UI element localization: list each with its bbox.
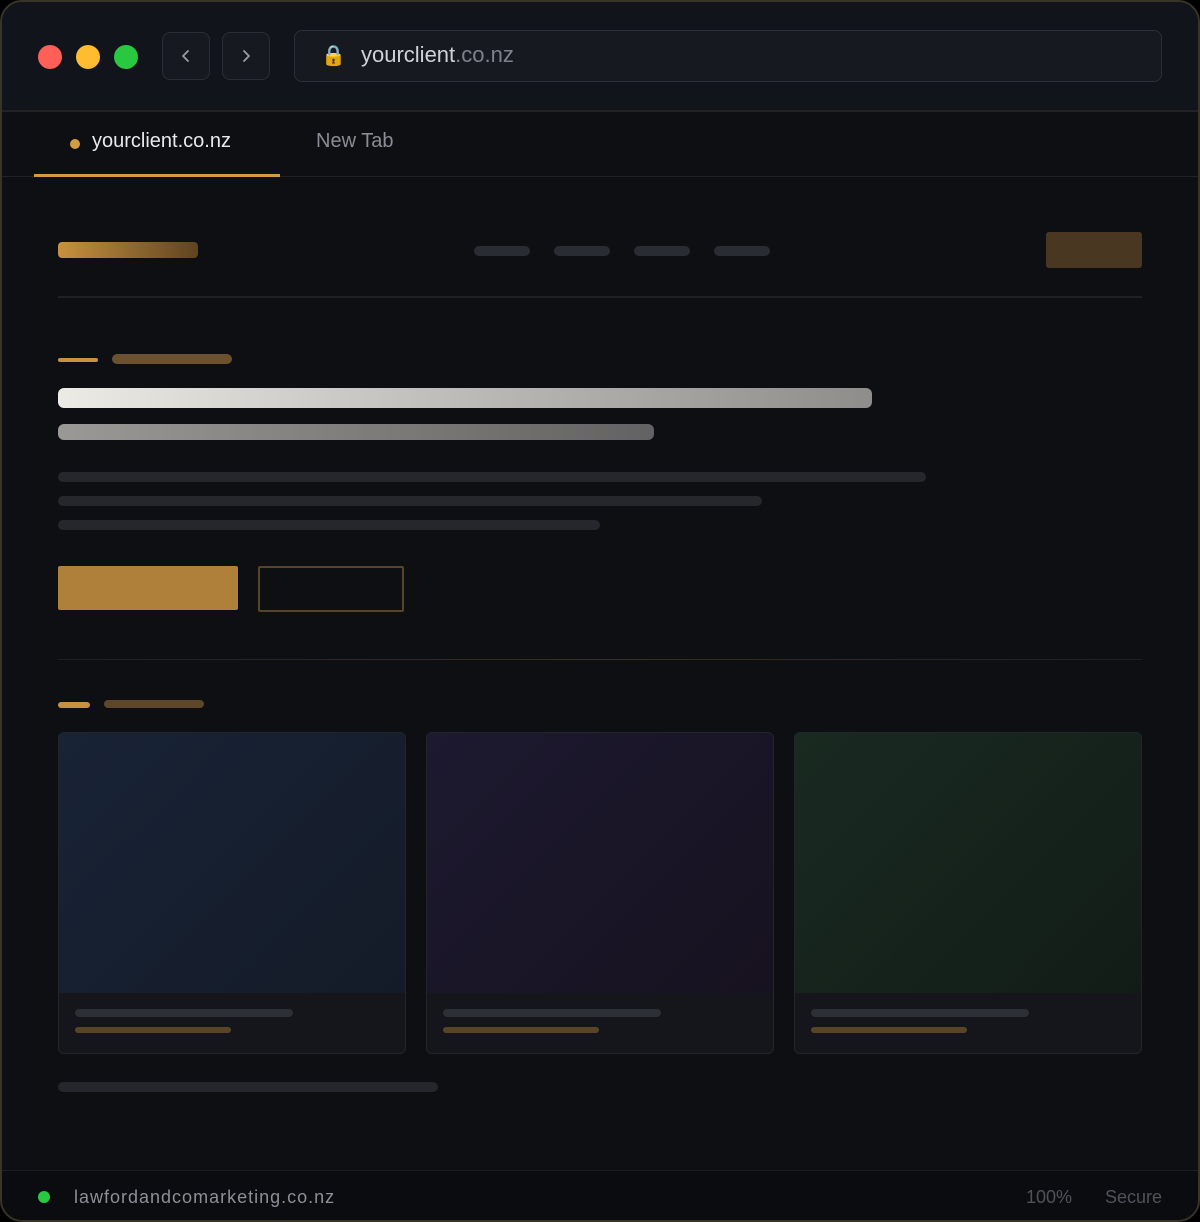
- status-bar: lawfordandcomarketing.co.nz 100% Secure: [2, 1170, 1198, 1220]
- tab-yourclient[interactable]: yourclient.co.nz: [34, 112, 280, 177]
- active-tab-indicator: [70, 139, 80, 149]
- back-button[interactable]: [162, 32, 210, 80]
- section-divider: [58, 659, 1142, 660]
- secondary-button-placeholder: [258, 566, 404, 612]
- eyebrow-placeholder: [112, 354, 232, 364]
- close-window-button[interactable]: [38, 45, 62, 69]
- lock-icon: 🔒: [321, 45, 346, 67]
- footer-text-placeholder: [58, 1082, 438, 1092]
- tab-label: New Tab: [316, 130, 394, 152]
- paragraph-line-placeholder: [58, 496, 762, 506]
- maximize-window-button[interactable]: [114, 45, 138, 69]
- site-logo-placeholder: [58, 242, 198, 258]
- nav-link-placeholder: [474, 246, 530, 256]
- chevron-left-icon: [182, 50, 189, 62]
- security-status: Secure: [1105, 1187, 1163, 1207]
- subheadline-placeholder: [58, 424, 654, 440]
- card-meta-placeholder: [811, 1027, 967, 1033]
- card-image-placeholder: [795, 733, 1141, 993]
- paragraph-line-placeholder: [58, 520, 600, 530]
- card-placeholder: [426, 732, 774, 1054]
- nav-link-placeholder: [634, 246, 690, 256]
- nav-link-placeholder: [714, 246, 770, 256]
- card-image-placeholder: [59, 733, 405, 993]
- header-divider: [58, 296, 1142, 298]
- card-title-placeholder: [443, 1009, 661, 1017]
- paragraph-line-placeholder: [58, 472, 926, 482]
- chevron-right-icon: [243, 50, 250, 62]
- card-image-placeholder: [427, 733, 773, 993]
- nav-link-placeholder: [554, 246, 610, 256]
- url-tld: .co.nz: [455, 42, 514, 67]
- tab-label: yourclient.co.nz: [92, 130, 231, 152]
- section-eyebrow-placeholder: [104, 700, 204, 708]
- section-eyebrow-accent: [58, 702, 90, 708]
- url-host: yourclient: [361, 42, 456, 67]
- title-bar: 🔒 yourclient.co.nz: [2, 2, 1198, 112]
- card-placeholder: [794, 732, 1142, 1054]
- status-host: lawfordandcomarketing.co.nz: [74, 1187, 336, 1207]
- address-url: yourclient.co.nz: [361, 42, 514, 68]
- minimize-window-button[interactable]: [76, 45, 100, 69]
- connection-status-dot: [38, 1191, 50, 1203]
- tab-bar: yourclient.co.nz New Tab: [2, 112, 1198, 177]
- card-placeholder: [58, 732, 406, 1054]
- card-title-placeholder: [75, 1009, 293, 1017]
- forward-button[interactable]: [222, 32, 270, 80]
- card-meta-placeholder: [75, 1027, 231, 1033]
- primary-button-placeholder: [58, 566, 238, 610]
- card-title-placeholder: [811, 1009, 1029, 1017]
- browser-window: 🔒 yourclient.co.nz yourclient.co.nz New …: [0, 0, 1200, 1222]
- headline-placeholder: [58, 388, 872, 408]
- card-meta-placeholder: [443, 1027, 599, 1033]
- eyebrow-accent: [58, 358, 98, 362]
- tab-new-tab[interactable]: New Tab: [316, 112, 436, 174]
- header-cta-placeholder: [1046, 232, 1142, 268]
- address-bar[interactable]: 🔒 yourclient.co.nz: [294, 30, 1162, 82]
- zoom-level[interactable]: 100%: [1026, 1187, 1072, 1208]
